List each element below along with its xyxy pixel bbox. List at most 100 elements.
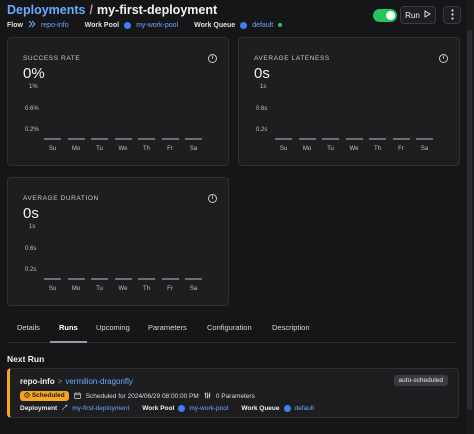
scheduled-state-badge: Scheduled — [20, 391, 69, 401]
day-label: We — [118, 286, 128, 292]
rocket-icon — [61, 404, 68, 413]
run-state-row: Scheduled Scheduled for 2024/06/29 08:00… — [20, 391, 255, 401]
average-duration-card: AVERAGE DURATION 0s i 1s 0.6s 0.2s Su Mo T… — [7, 177, 229, 306]
day-bar — [91, 278, 108, 280]
day-bar — [161, 278, 179, 280]
breadcrumb-deployments-link[interactable]: Deployments — [7, 3, 86, 17]
day-label: Fr — [398, 146, 404, 152]
y-tick-label: 0.2% — [25, 127, 39, 133]
day-bar — [44, 278, 61, 280]
tab-details[interactable]: Details — [17, 317, 40, 343]
work-queue-label: Work Queue — [194, 21, 236, 29]
day-bar — [91, 138, 108, 140]
day-label: Th — [373, 146, 381, 152]
day-label: Tu — [96, 286, 103, 292]
y-tick-label: 1s — [260, 84, 267, 90]
day-bar — [416, 138, 433, 140]
day-bar — [275, 138, 292, 140]
work-queue-icon — [283, 405, 291, 412]
day-bar — [114, 278, 132, 280]
work-queue-label: Work Queue — [241, 405, 280, 412]
deployment-meta-row: Flow repo-info Work Pool my-work-pool Wo… — [7, 20, 283, 30]
run-button[interactable]: Run — [400, 6, 436, 24]
day-label: Sa — [420, 146, 429, 152]
run-button-label: Run — [405, 10, 420, 20]
work-pool-icon — [124, 21, 132, 29]
work-pool-link[interactable]: my-work-pool — [136, 22, 178, 29]
deployment-label: Deployment — [20, 405, 58, 412]
day-label: Mo — [71, 146, 81, 152]
run-name-link[interactable]: vermilion-dragonfly — [65, 377, 133, 386]
day-label: Su — [48, 286, 57, 292]
info-icon[interactable]: i — [439, 54, 448, 63]
next-run-heading: Next Run — [7, 354, 45, 364]
calendar-icon — [73, 391, 81, 401]
day-label: Mo — [71, 286, 81, 292]
work-pool-label: Work Pool — [84, 21, 120, 29]
day-label: Sa — [189, 146, 198, 152]
tab-configuration[interactable]: Configuration — [207, 317, 252, 343]
deployment-link[interactable]: my-first-deployment — [72, 405, 129, 412]
day-label: Th — [142, 146, 150, 152]
tab-upcoming[interactable]: Upcoming — [96, 317, 130, 343]
day-bar — [345, 138, 363, 140]
day-bar — [369, 138, 386, 140]
breadcrumb: Deployments / my-first-deployment — [7, 3, 217, 17]
day-bar — [392, 138, 410, 140]
queue-status-dot — [278, 23, 283, 27]
day-bar — [67, 138, 85, 140]
card-title: AVERAGE LATENESS — [254, 55, 330, 62]
y-tick-label: 0.6s — [25, 246, 37, 252]
card-value: 0% — [23, 65, 45, 82]
work-pool-link[interactable]: my-work-pool — [189, 405, 228, 412]
day-bar — [185, 138, 202, 140]
info-icon[interactable]: i — [208, 54, 217, 63]
flow-icon — [28, 20, 36, 30]
tab-description[interactable]: Description — [272, 317, 310, 343]
scheduled-state-label: Scheduled — [31, 392, 65, 399]
info-icon[interactable]: i — [208, 194, 217, 203]
y-tick-label: 0.6s — [256, 106, 268, 112]
run-meta-row: Deployment my-first-deployment Work Pool… — [20, 404, 314, 413]
kebab-menu-icon — [450, 8, 454, 22]
day-label: Tu — [96, 146, 103, 152]
work-queue-link[interactable]: default — [295, 405, 315, 412]
work-queue-link[interactable]: default — [252, 22, 273, 29]
y-tick-label: 1s — [29, 224, 36, 230]
card-title: SUCCESS RATE — [23, 55, 81, 62]
tab-runs[interactable]: Runs — [50, 317, 87, 343]
schedule-toggle[interactable] — [373, 9, 397, 22]
day-label: We — [349, 146, 359, 152]
day-label: Th — [142, 286, 150, 292]
day-label: Mo — [302, 146, 312, 152]
card-value: 0s — [23, 205, 39, 222]
day-bar — [44, 138, 61, 140]
y-tick-label: 0.2s — [256, 127, 268, 133]
scheduled-time: Scheduled for 2024/06/29 08:00:00 PM — [85, 392, 199, 400]
y-tick-label: 0.2s — [25, 267, 37, 273]
day-bar — [138, 278, 155, 280]
y-tick-label: 1% — [29, 84, 38, 90]
average-lateness-card: AVERAGE LATENESS 0s i 1s 0.6s 0.2s Su Mo T… — [238, 37, 460, 166]
more-options-button[interactable] — [443, 6, 461, 24]
run-flow-link[interactable]: repo-info — [20, 377, 55, 386]
parameters-icon — [204, 392, 211, 401]
y-tick-label: 0.6% — [25, 106, 39, 112]
parameters-count: 0 Parameters — [215, 392, 255, 400]
auto-scheduled-badge: auto-scheduled — [393, 375, 448, 386]
work-pool-icon — [178, 405, 186, 412]
tab-bar: Details Runs Upcoming Parameters Configu… — [7, 317, 457, 343]
page-title: my-first-deployment — [96, 3, 218, 17]
tab-parameters[interactable]: Parameters — [148, 317, 187, 343]
day-label: Fr — [167, 286, 173, 292]
flow-link[interactable]: repo-info — [41, 22, 69, 29]
card-title: AVERAGE DURATION — [23, 195, 99, 202]
day-bar — [322, 138, 339, 140]
day-bar — [67, 278, 85, 280]
clock-icon — [24, 391, 30, 398]
next-run-card[interactable]: repo-info > vermilion-dragonfly auto-sch… — [7, 368, 459, 418]
play-icon — [424, 10, 431, 20]
day-label: Tu — [327, 146, 334, 152]
run-title: repo-info > vermilion-dragonfly — [20, 377, 133, 386]
scrollbar-thumb[interactable] — [467, 30, 472, 410]
